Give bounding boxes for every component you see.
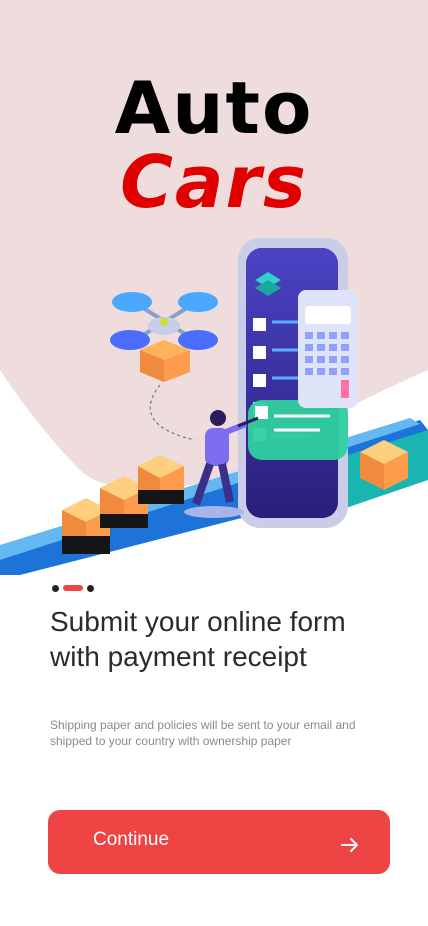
page-indicator xyxy=(52,584,94,592)
page-indicator-dot xyxy=(87,584,94,592)
calculator-icon xyxy=(298,290,358,408)
hero-illustration: Auto Cars xyxy=(0,0,428,575)
onboarding-subtitle: Shipping paper and policies will be sent… xyxy=(50,718,356,748)
brand-logo-line2: Cars xyxy=(120,140,308,224)
onboarding-title: Submit your online form with payment rec… xyxy=(50,606,346,672)
arrow-right-icon xyxy=(341,838,358,852)
page-indicator-dot-active xyxy=(63,585,83,591)
continue-button-label: Continue xyxy=(93,829,170,850)
brand-logo-line1: Auto xyxy=(114,66,314,150)
brand-logo: Auto Cars xyxy=(0,72,428,218)
page-indicator-dot xyxy=(52,584,59,592)
continue-button[interactable]: Continue xyxy=(48,810,390,874)
